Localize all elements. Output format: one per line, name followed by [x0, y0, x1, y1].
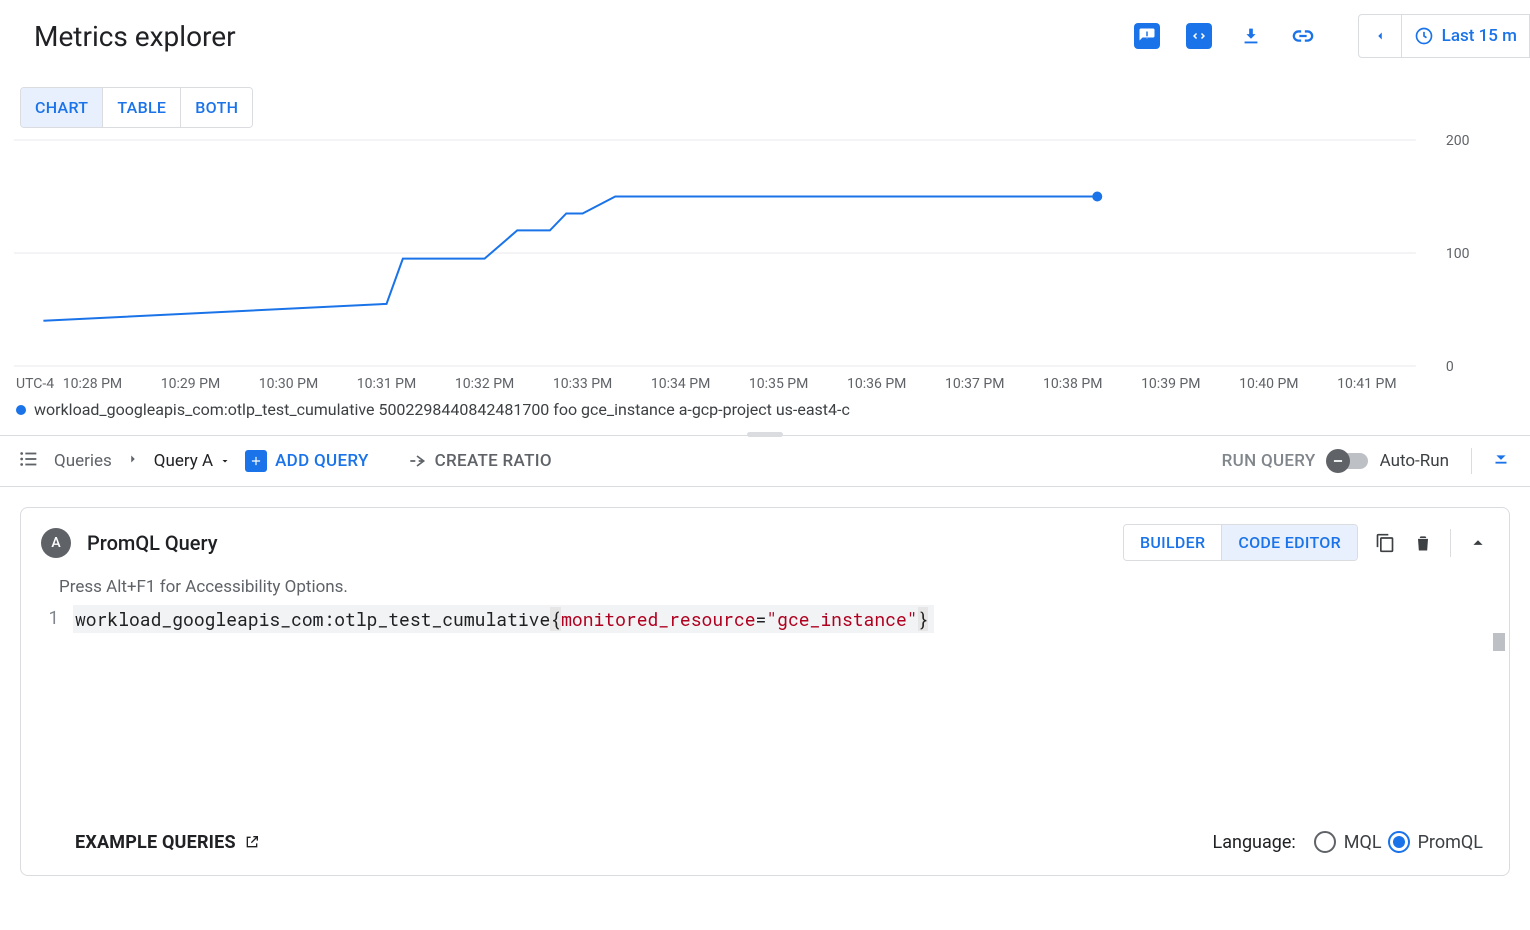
legend-color-dot: [16, 405, 26, 415]
chart-legend[interactable]: workload_googleapis_com:otlp_test_cumula…: [14, 394, 1516, 433]
time-range-picker[interactable]: Last 15 m: [1402, 14, 1530, 58]
tab-chart[interactable]: CHART: [21, 88, 102, 127]
svg-text:10:31 PM: 10:31 PM: [357, 376, 416, 392]
editor-scrollbar-thumb[interactable]: [1493, 633, 1505, 651]
time-range-prev-button[interactable]: [1358, 14, 1402, 58]
builder-mode-button[interactable]: BUILDER: [1124, 525, 1221, 560]
time-range-label: Last 15 m: [1442, 26, 1517, 46]
minus-icon: [1331, 454, 1345, 468]
query-toolbar: Queries Query A ADD QUERY CREATE RATIO R…: [0, 436, 1530, 487]
editor-mode-segmented: BUILDER CODE EDITOR: [1123, 524, 1358, 561]
copy-query-button[interactable]: [1374, 532, 1396, 554]
svg-text:10:40 PM: 10:40 PM: [1239, 376, 1298, 392]
language-radio-mql[interactable]: MQL: [1314, 831, 1382, 853]
svg-text:10:32 PM: 10:32 PM: [455, 376, 514, 392]
chevron-down-bar-icon: [1490, 448, 1512, 470]
code-icon[interactable]: [1186, 23, 1212, 49]
chart-canvas[interactable]: 0 100 200 UTC-4 10:28 PM 10:29 PM 10:30 PM 10:3…: [14, 134, 1516, 394]
download-icon[interactable]: [1238, 23, 1264, 49]
create-ratio-label: CREATE RATIO: [435, 451, 552, 471]
code-editor[interactable]: 1 workload_googleapis_com:otlp_test_cumu…: [21, 603, 1509, 633]
auto-run-label: Auto-Run: [1380, 451, 1449, 471]
collapse-panel-button[interactable]: [1467, 532, 1489, 554]
query-panel: A PromQL Query BUILDER CODE EDITOR Press…: [20, 507, 1510, 876]
panel-footer: EXAMPLE QUERIES Language: MQL PromQL: [21, 813, 1509, 875]
ratio-icon: [407, 451, 427, 471]
accessibility-hint: Press Alt+F1 for Accessibility Options.: [21, 577, 1509, 603]
page-title: Metrics explorer: [34, 20, 236, 53]
example-queries-label: EXAMPLE QUERIES: [75, 832, 236, 853]
page-header: Metrics explorer Last 15 m: [0, 0, 1530, 79]
language-radio-promql[interactable]: PromQL: [1388, 831, 1483, 853]
run-query-button[interactable]: RUN QUERY: [1222, 451, 1316, 471]
example-queries-link[interactable]: EXAMPLE QUERIES: [75, 832, 260, 853]
add-query-button[interactable]: ADD QUERY: [245, 450, 369, 472]
line-number: 1: [41, 605, 59, 629]
radio-icon: [1388, 831, 1410, 853]
queries-label: Queries: [54, 451, 112, 471]
svg-text:10:33 PM: 10:33 PM: [553, 376, 612, 392]
language-label: Language:: [1213, 832, 1296, 853]
legend-text: workload_googleapis_com:otlp_test_cumula…: [34, 400, 850, 419]
radio-icon: [1314, 831, 1336, 853]
active-query-label: Query A: [154, 451, 213, 471]
plus-icon: [245, 450, 267, 472]
caret-down-icon: [219, 455, 231, 467]
queries-list-icon[interactable]: [18, 448, 40, 474]
language-promql-label: PromQL: [1418, 832, 1483, 853]
header-actions: Last 15 m: [1134, 14, 1530, 58]
query-badge: A: [41, 528, 71, 558]
code-lbrace: {: [550, 607, 561, 631]
svg-text:10:35 PM: 10:35 PM: [749, 376, 808, 392]
code-editor-mode-button[interactable]: CODE EDITOR: [1221, 525, 1357, 560]
svg-text:200: 200: [1446, 134, 1470, 149]
delete-query-button[interactable]: [1412, 532, 1434, 554]
clock-icon: [1414, 26, 1434, 46]
code-value: "gce_instance": [766, 607, 917, 631]
svg-text:100: 100: [1446, 246, 1470, 262]
add-query-label: ADD QUERY: [275, 451, 369, 471]
breadcrumb-chevron-icon: [126, 452, 140, 470]
svg-text:10:39 PM: 10:39 PM: [1141, 376, 1200, 392]
active-query-dropdown[interactable]: Query A: [154, 451, 231, 471]
toggle-thumb: [1326, 449, 1350, 473]
svg-text:10:28 PM: 10:28 PM: [63, 376, 122, 392]
code-rbrace: }: [918, 607, 929, 631]
toggle-track: [1330, 453, 1368, 469]
link-icon[interactable]: [1290, 23, 1316, 49]
panel-header: A PromQL Query BUILDER CODE EDITOR: [21, 508, 1509, 577]
svg-text:10:37 PM: 10:37 PM: [945, 376, 1004, 392]
tab-table[interactable]: TABLE: [102, 88, 180, 127]
report-issue-icon[interactable]: [1134, 23, 1160, 49]
panel-title: PromQL Query: [87, 531, 218, 555]
svg-text:10:29 PM: 10:29 PM: [161, 376, 220, 392]
code-metric: workload_googleapis_com:otlp_test_cumula…: [75, 607, 550, 631]
code-line[interactable]: workload_googleapis_com:otlp_test_cumula…: [73, 605, 934, 633]
chart-section: CHART TABLE BOTH 0 100 200 UTC-4 10:28 PM 10:…: [0, 79, 1530, 436]
tab-both[interactable]: BOTH: [180, 88, 252, 127]
svg-text:10:38 PM: 10:38 PM: [1043, 376, 1102, 392]
code-key: monitored_resource: [561, 607, 755, 631]
svg-text:10:36 PM: 10:36 PM: [847, 376, 906, 392]
collapse-all-button[interactable]: [1471, 448, 1512, 474]
external-link-icon: [244, 834, 260, 850]
svg-text:0: 0: [1446, 359, 1454, 375]
svg-text:10:34 PM: 10:34 PM: [651, 376, 710, 392]
language-mql-label: MQL: [1344, 832, 1382, 853]
auto-run-toggle[interactable]: Auto-Run: [1330, 451, 1449, 471]
create-ratio-button[interactable]: CREATE RATIO: [407, 451, 552, 471]
view-tabs: CHART TABLE BOTH: [20, 87, 253, 128]
svg-text:10:41 PM: 10:41 PM: [1337, 376, 1396, 392]
svg-text:10:30 PM: 10:30 PM: [259, 376, 318, 392]
editor-empty-area[interactable]: [21, 633, 1509, 813]
svg-text:UTC-4: UTC-4: [16, 376, 54, 392]
query-area: A PromQL Query BUILDER CODE EDITOR Press…: [0, 487, 1530, 896]
chevron-up-icon: [1467, 532, 1489, 554]
divider: [1450, 529, 1451, 557]
code-eq: =: [756, 607, 767, 631]
